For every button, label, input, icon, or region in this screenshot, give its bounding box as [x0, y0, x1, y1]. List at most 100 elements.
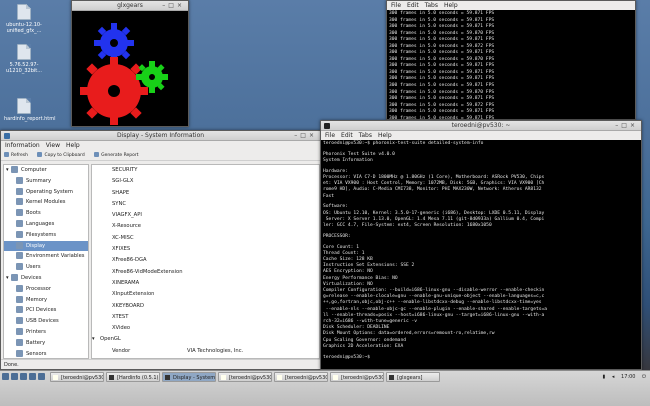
tree-item-battery[interactable]: Battery — [4, 338, 88, 349]
tree-item-filesystems[interactable]: Filesystems — [4, 230, 88, 241]
main-terminal-output[interactable]: teroedni@pv530:~$ phoronix-test-suite de… — [321, 140, 641, 362]
window-controls[interactable]: –□× — [615, 121, 638, 131]
glxgears-titlebar[interactable]: glxgears –□× — [72, 1, 188, 11]
detail-list[interactable]: SECURITY SGI-GLX SHAPE SYNC VIAGFX_API X-Reso… — [91, 164, 320, 359]
glxgears-title: glxgears — [117, 2, 143, 9]
detail-row[interactable]: SGI-GLX — [92, 176, 319, 187]
volume-icon[interactable]: ◂ — [612, 374, 615, 380]
detail-row[interactable]: XVideo — [92, 323, 319, 334]
file-manager-icon[interactable] — [11, 373, 18, 380]
taskbar-strip: [teroedni@pv530: ~][Hardinfo (0.5.1)]Dis… — [0, 371, 650, 383]
tree-item-label: Operating System — [26, 188, 73, 195]
tree-item-boots[interactable]: Boots — [4, 208, 88, 219]
tree-item-kernel-modules[interactable]: Kernel Modules — [4, 197, 88, 208]
menu-tabs[interactable]: Tabs — [359, 132, 372, 139]
menu-file[interactable]: File — [325, 132, 335, 139]
desktop-icon[interactable]: ubuntu-12.10-unified_gfx_... — [4, 4, 44, 34]
tree-item-sensors[interactable]: Sensors — [4, 349, 88, 358]
tree-item-label: PCI Devices — [26, 307, 57, 314]
detail-row[interactable]: XC-MISC — [92, 233, 319, 244]
tree-item-label: Devices — [21, 274, 42, 281]
menu-information[interactable]: Information — [5, 142, 40, 149]
detail-row[interactable]: X-Resource — [92, 221, 319, 232]
hardinfo-app-icon — [4, 133, 10, 139]
tree-item-environment-variables[interactable]: Environment Variables — [4, 251, 88, 262]
tree-item-printers[interactable]: Printers — [4, 327, 88, 338]
taskbar-window-button[interactable]: [Hardinfo (0.5.1)] — [106, 372, 160, 382]
fps-terminal-window[interactable]: File Edit Tabs Help 300 frames in 5.0 secon… — [386, 0, 636, 120]
clock[interactable]: 17:00 — [621, 374, 635, 380]
generate-report-button[interactable]: Generate Report — [94, 152, 139, 158]
window-controls[interactable]: –□× — [294, 131, 317, 141]
tree-item-summary[interactable]: Summary — [4, 176, 88, 187]
detail-row[interactable]: VIAGFX_API — [92, 210, 319, 221]
detail-row[interactable]: Vendor VIA Technologies, Inc. — [92, 346, 319, 357]
detail-row[interactable]: XTEST — [92, 312, 319, 323]
tree-item-operating-system[interactable]: Operating System — [4, 187, 88, 198]
menu-tabs[interactable]: Tabs — [425, 2, 438, 9]
main-terminal-window[interactable]: teroedni@pv530: ~ –□× File Edit Tabs Help t… — [320, 120, 642, 370]
network-icon[interactable]: ▮ — [603, 374, 606, 380]
taskbar-window-button[interactable]: [teroedni@pv530: ~] — [330, 372, 384, 382]
launcher-icons — [2, 373, 47, 381]
taskbar: [teroedni@pv530: ~][Hardinfo (0.5.1)]Dis… — [0, 370, 650, 406]
detail-row[interactable]: SECURITY — [92, 165, 319, 176]
detail-row[interactable]: XInputExtension — [92, 289, 319, 300]
copy-to-clipboard-button[interactable]: Copy to Clipboard — [37, 152, 85, 158]
category-tree[interactable]: ▾ Computer Summary Operating System Kernel M… — [3, 164, 89, 359]
tree-item-computer[interactable]: ▾ Computer — [4, 165, 88, 176]
sysinfo-toolbar: Refresh Copy to Clipboard Generate Repor… — [1, 150, 320, 161]
detail-key: XVideo — [112, 325, 131, 332]
power-icon[interactable]: ⏻ — [642, 374, 646, 380]
fps-terminal-output[interactable]: 300 frames in 5.0 seconds = 59.871 FPS 30… — [387, 10, 635, 119]
detail-row[interactable]: SHAPE — [92, 188, 319, 199]
detail-key: XFIXES — [112, 246, 131, 253]
desktop-icon[interactable]: hardinfo_report.html — [4, 98, 56, 122]
tree-item-memory[interactable]: Memory — [4, 295, 88, 306]
menu-icon[interactable] — [2, 373, 9, 380]
expand-arrow-icon[interactable]: ▾ — [92, 336, 95, 342]
detail-row[interactable]: XFIXES — [92, 244, 319, 255]
taskbar-window-button[interactable]: [teroedni@pv530: ~] — [50, 372, 104, 382]
detail-row[interactable]: XKEYBOARD — [92, 301, 319, 312]
glxgears-window[interactable]: glxgears –□× — [71, 0, 189, 127]
tree-item-display[interactable]: Display — [4, 240, 88, 252]
main-terminal-titlebar[interactable]: teroedni@pv530: ~ –□× — [321, 121, 641, 131]
main-terminal-menubar[interactable]: File Edit Tabs Help — [321, 131, 641, 140]
category-icon — [16, 176, 23, 184]
tree-item-devices[interactable]: ▾ Devices — [4, 273, 88, 284]
tree-item-users[interactable]: Users — [4, 262, 88, 273]
sysinfo-menubar[interactable]: Information View Help — [1, 141, 320, 150]
browser-icon[interactable] — [20, 373, 27, 380]
refresh-button[interactable]: Refresh — [4, 152, 28, 158]
menu-view[interactable]: View — [46, 142, 60, 149]
detail-row[interactable]: ▾ OpenGL — [92, 334, 319, 345]
detail-row[interactable]: XINERAMA — [92, 278, 319, 289]
taskbar-window-button[interactable]: [teroedni@pv530: ~] — [218, 372, 272, 382]
tree-item-usb-devices[interactable]: USB Devices — [4, 316, 88, 327]
workspace-icon[interactable] — [38, 373, 45, 380]
taskbar-window-button[interactable]: [glxgears] — [386, 372, 440, 382]
detail-row[interactable]: XFree86-VidModeExtension — [92, 267, 319, 278]
tree-item-languages[interactable]: Languages — [4, 219, 88, 230]
detail-key: XKEYBOARD — [112, 302, 145, 309]
sysinfo-titlebar[interactable]: Display - System Information –□× — [1, 131, 320, 141]
menu-file[interactable]: File — [391, 2, 401, 9]
show-desktop-icon[interactable] — [29, 373, 36, 380]
menu-help[interactable]: Help — [378, 132, 392, 139]
taskbar-window-button[interactable]: [teroedni@pv530: ~] — [274, 372, 328, 382]
tree-item-processor[interactable]: Processor — [4, 284, 88, 295]
window-controls[interactable]: –□× — [162, 1, 185, 11]
desktop-icon[interactable]: 5.76.52.97-u1210_32bit... — [4, 44, 44, 74]
menu-edit[interactable]: Edit — [407, 2, 419, 9]
menu-help[interactable]: Help — [444, 2, 458, 9]
detail-row[interactable]: XFree86-DGA — [92, 255, 319, 266]
taskbar-window-button[interactable]: Display - System I... — [162, 372, 216, 382]
detail-row[interactable]: SYNC — [92, 199, 319, 210]
system-information-window[interactable]: Display - System Information –□× Informa… — [0, 130, 321, 370]
fps-terminal-menubar[interactable]: File Edit Tabs Help — [387, 1, 635, 10]
menu-edit[interactable]: Edit — [341, 132, 353, 139]
menu-help[interactable]: Help — [66, 142, 80, 149]
category-icon — [16, 306, 23, 314]
tree-item-pci-devices[interactable]: PCI Devices — [4, 305, 88, 316]
